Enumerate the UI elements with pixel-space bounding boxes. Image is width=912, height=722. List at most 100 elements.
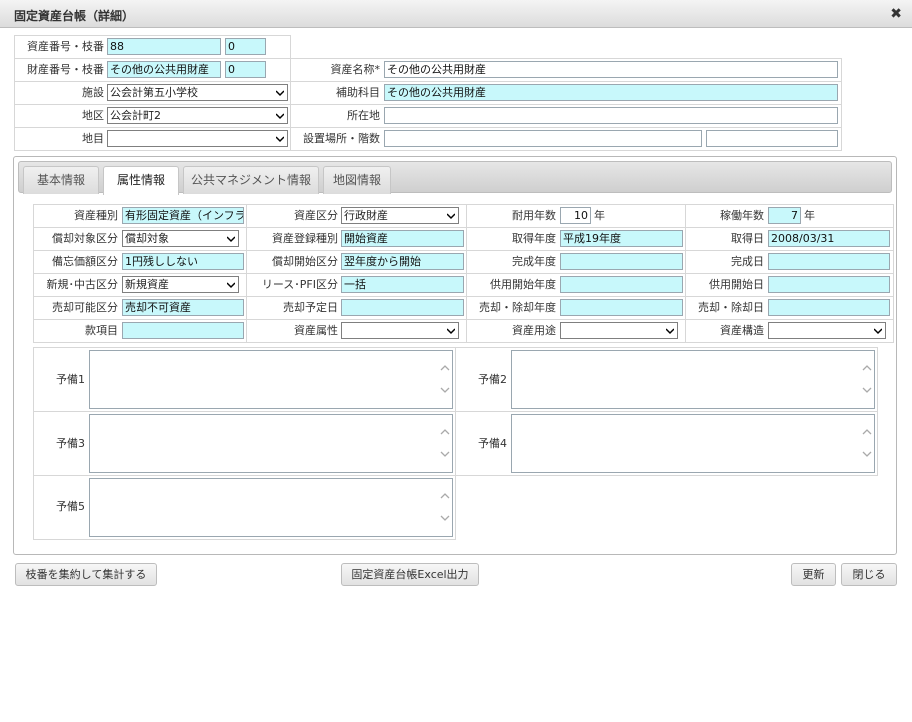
scroll-down-icon[interactable] — [862, 385, 872, 395]
spare-2-label: 予備2 — [478, 373, 507, 386]
chevron-down-icon — [666, 328, 674, 335]
disposal-date-label: 売却・除却日 — [698, 301, 764, 314]
asset-structure-label: 資産構造 — [720, 324, 764, 337]
saleable-label: 売却可能区分 — [52, 301, 118, 314]
saleable-field[interactable]: 売却不可資産 — [122, 299, 244, 316]
tab-basic-info[interactable]: 基本情報 — [23, 166, 99, 194]
aggregate-branches-button[interactable]: 枝番を集約して集計する — [15, 563, 157, 586]
facility-select[interactable]: 公会計第五小学校 — [107, 84, 288, 101]
tab-strip: 基本情報 属性情報 公共マネジメント情報 地図情報 — [18, 161, 892, 195]
asset-branch-field[interactable]: 0 — [225, 38, 266, 55]
sale-plan-date-field[interactable] — [341, 299, 464, 316]
scroll-up-icon[interactable] — [440, 427, 450, 437]
scroll-up-icon[interactable] — [862, 427, 872, 437]
scroll-down-icon[interactable] — [440, 385, 450, 395]
service-start-date-label: 供用開始日 — [709, 278, 764, 291]
asset-attr-select[interactable] — [341, 322, 459, 339]
district-select-value: 公会計町2 — [110, 109, 161, 122]
tab-map-info[interactable]: 地図情報 — [323, 166, 391, 194]
scroll-down-icon[interactable] — [440, 449, 450, 459]
service-start-year-field[interactable] — [560, 276, 683, 293]
district-select[interactable]: 公会計町2 — [107, 107, 288, 124]
window-titlebar: 固定資産台帳（詳細） ✖ — [0, 0, 912, 28]
dep-start-label: 償却開始区分 — [272, 255, 338, 268]
tab-public-management-info[interactable]: 公共マネジメント情報 — [183, 166, 319, 194]
dep-start-field[interactable]: 翌年度から開始 — [341, 253, 464, 270]
spare-3-textarea[interactable] — [89, 414, 453, 473]
asset-attr-label: 資産属性 — [294, 324, 338, 337]
memo-value-field[interactable]: 1円残ししない — [122, 253, 244, 270]
lease-pfi-field[interactable]: 一括 — [341, 276, 464, 293]
asset-name-field[interactable]: その他の公共用財産 — [384, 61, 838, 78]
asset-class-select[interactable]: 行政財産 — [341, 207, 459, 224]
subaccount-label: 補助科目 — [336, 86, 380, 99]
spare-3-label: 予備3 — [56, 437, 85, 450]
tab-attribute-info[interactable]: 属性情報 — [103, 166, 179, 195]
chevron-down-icon — [276, 90, 284, 97]
acq-year-field[interactable]: 平成19年度 — [560, 230, 683, 247]
scroll-down-icon[interactable] — [862, 449, 872, 459]
complete-year-field[interactable] — [560, 253, 683, 270]
floor-field[interactable] — [706, 130, 838, 147]
attr-row-line — [33, 296, 894, 297]
scroll-up-icon[interactable] — [440, 491, 450, 501]
new-used-label: 新規･中古区分 — [46, 278, 119, 291]
dep-target-select[interactable]: 償却対象 — [122, 230, 239, 247]
asset-class-select-value: 行政財産 — [344, 209, 388, 222]
asset-use-select[interactable] — [560, 322, 678, 339]
operating-years-label: 稼働年数 — [720, 209, 764, 222]
useful-life-label: 耐用年数 — [512, 209, 556, 222]
chevron-down-icon — [227, 282, 235, 289]
asset-type-field[interactable]: 有形固定資産（インフラ — [122, 207, 244, 224]
attr-row-line — [33, 227, 894, 228]
property-no-field[interactable]: その他の公共用財産 — [107, 61, 221, 78]
operating-years-field[interactable]: 7 — [768, 207, 801, 224]
spare-1-label: 予備1 — [56, 373, 85, 386]
service-start-date-field[interactable] — [768, 276, 890, 293]
new-used-select[interactable]: 新規資産 — [122, 276, 239, 293]
useful-life-field[interactable]: 10 — [560, 207, 591, 224]
complete-year-label: 完成年度 — [512, 255, 556, 268]
chevron-down-icon — [447, 213, 455, 220]
scroll-up-icon[interactable] — [862, 363, 872, 373]
complete-date-field[interactable] — [768, 253, 890, 270]
land-category-select[interactable] — [107, 130, 288, 147]
disposal-date-field[interactable] — [768, 299, 890, 316]
subaccount-field[interactable]: その他の公共用財産 — [384, 84, 838, 101]
spare-4-textarea[interactable] — [511, 414, 875, 473]
chevron-down-icon — [276, 113, 284, 120]
chevron-down-icon — [874, 328, 882, 335]
install-place-field[interactable] — [384, 130, 702, 147]
scroll-up-icon[interactable] — [440, 363, 450, 373]
item-field[interactable] — [122, 322, 244, 339]
spare-1-textarea[interactable] — [89, 350, 453, 409]
asset-structure-select[interactable] — [768, 322, 886, 339]
excel-export-button[interactable]: 固定資産台帳Excel出力 — [341, 563, 479, 586]
item-label: 款項目 — [85, 324, 118, 337]
scroll-down-icon[interactable] — [440, 513, 450, 523]
close-button[interactable]: 閉じる — [841, 563, 897, 586]
install-place-label: 設置場所・階数 — [303, 132, 380, 145]
spare-row-line — [33, 475, 456, 476]
asset-name-label: 資産名称* — [330, 63, 381, 76]
location-field[interactable] — [384, 107, 838, 124]
property-branch-field[interactable]: 0 — [225, 61, 266, 78]
acq-year-label: 取得年度 — [512, 232, 556, 245]
acq-date-field[interactable]: 2008/03/31 — [768, 230, 890, 247]
spare-5-textarea[interactable] — [89, 478, 453, 537]
update-button[interactable]: 更新 — [791, 563, 836, 586]
location-label: 所在地 — [347, 109, 380, 122]
spare-4-label: 予備4 — [478, 437, 507, 450]
disposal-year-label: 売却・除却年度 — [479, 301, 556, 314]
chevron-down-icon — [447, 328, 455, 335]
close-icon[interactable]: ✖ — [890, 6, 902, 22]
asset-use-label: 資産用途 — [512, 324, 556, 337]
spare-2-textarea[interactable] — [511, 350, 875, 409]
disposal-year-field[interactable] — [560, 299, 683, 316]
new-used-select-value: 新規資産 — [125, 278, 169, 291]
reg-type-field[interactable]: 開始資産 — [341, 230, 464, 247]
land-category-label: 地目 — [82, 132, 104, 145]
district-label: 地区 — [82, 109, 104, 122]
reg-type-label: 資産登録種別 — [272, 232, 338, 245]
asset-no-field[interactable]: 88 — [107, 38, 221, 55]
